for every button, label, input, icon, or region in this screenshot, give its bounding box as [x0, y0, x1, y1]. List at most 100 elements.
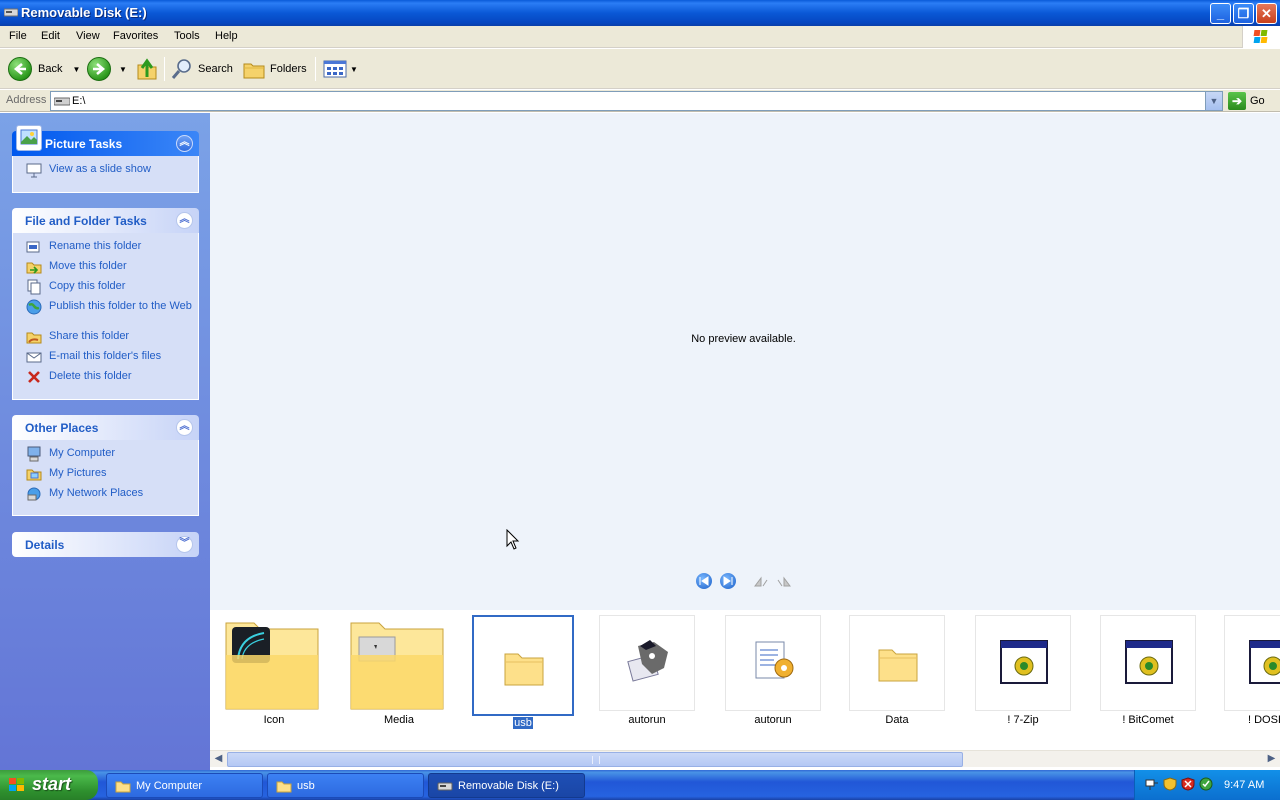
place-my-computer[interactable]: My Computer	[13, 446, 198, 466]
filmstrip-item-autorun-inf[interactable]: autorun	[725, 615, 821, 740]
filmstrip-item-usb[interactable]: usb	[472, 615, 574, 740]
up-button[interactable]	[136, 55, 158, 83]
filmstrip-item-icon[interactable]: Icon	[225, 615, 322, 740]
task-share-folder[interactable]: Share this folder	[13, 329, 198, 349]
start-button[interactable]: start	[0, 770, 98, 800]
place-my-network[interactable]: My Network Places	[13, 486, 198, 506]
file-folder-tasks-body: Rename this folder Move this folder Copy…	[12, 233, 199, 400]
rotate-clockwise-icon[interactable]	[753, 576, 769, 588]
go-button[interactable]: ➔ Go	[1228, 92, 1265, 110]
clock: 9:47 AM	[1224, 779, 1265, 791]
minimize-button[interactable]: _	[1210, 3, 1231, 24]
views-icon	[323, 60, 347, 78]
file-folder-tasks-title: File and Folder Tasks	[25, 214, 147, 228]
thumbnail-frame	[1224, 615, 1280, 711]
mouse-cursor-icon	[506, 529, 520, 550]
menu-view[interactable]: View	[76, 30, 100, 42]
expand-chevron-icon[interactable]: ︾	[176, 536, 193, 553]
setup-info-icon	[755, 641, 794, 679]
delete-x-icon	[28, 371, 40, 383]
menu-bar: File Edit View Favorites Tools Help	[0, 26, 1280, 48]
windows-logo-icon	[1242, 26, 1280, 48]
forward-button[interactable]: ▼	[87, 55, 127, 83]
filmstrip-scrollbar[interactable]: ◀ ▶	[210, 750, 1280, 767]
thumbnail-frame	[1100, 615, 1196, 711]
back-button[interactable]: Back ▼	[8, 55, 80, 83]
taskbar-button-my-computer[interactable]: My Computer	[106, 773, 263, 798]
other-places-header[interactable]: Other Places ︽	[12, 415, 199, 440]
menu-tools[interactable]: Tools	[174, 30, 200, 42]
removable-drive-icon	[54, 97, 70, 106]
details-header[interactable]: Details ︾	[12, 532, 199, 557]
menu-edit[interactable]: Edit	[41, 30, 60, 42]
restore-button[interactable]: ❐	[1233, 3, 1254, 24]
filmstrip-item-data[interactable]: Data	[849, 615, 945, 740]
network-tray-icon[interactable]	[1145, 777, 1159, 791]
thumbnail-frame	[975, 615, 1071, 711]
filmstrip-label: Media	[384, 714, 414, 726]
task-delete-folder[interactable]: Delete this folder	[13, 369, 198, 389]
title-bar[interactable]: Removable Disk (E:) _ ❐ ✕	[0, 0, 1280, 26]
search-button[interactable]: Search	[171, 55, 233, 83]
address-input[interactable]: E:\ ▼	[50, 91, 1223, 111]
security-shield-icon[interactable]	[1163, 777, 1177, 791]
address-dropdown-icon[interactable]: ▼	[1205, 92, 1222, 110]
thumbnail-frame	[599, 615, 695, 711]
task-label: Publish this folder to the Web	[49, 300, 192, 312]
task-label: Delete this folder	[49, 370, 132, 382]
filmstrip-item-dosbox[interactable]: ! DOSB	[1224, 615, 1280, 740]
folder-icon	[878, 649, 918, 682]
collapse-chevron-icon[interactable]: ︽	[176, 212, 193, 229]
views-dropdown-icon[interactable]: ▼	[350, 65, 358, 74]
place-my-pictures[interactable]: My Pictures	[13, 466, 198, 486]
start-label: start	[32, 774, 72, 794]
address-bar: Address E:\ ▼ ➔ Go	[0, 90, 1280, 112]
task-move-folder[interactable]: Move this folder	[13, 259, 198, 279]
scrollbar-thumb[interactable]	[227, 752, 963, 767]
windows-flag-icon	[9, 778, 24, 791]
task-rename-folder[interactable]: Rename this folder	[13, 239, 198, 259]
filmstrip-item-7zip[interactable]: ! 7-Zip	[975, 615, 1071, 740]
menu-file[interactable]: File	[9, 30, 27, 42]
menu-help[interactable]: Help	[215, 30, 238, 42]
collapse-chevron-icon[interactable]: ︽	[176, 135, 193, 152]
picture-tasks-header[interactable]: Picture Tasks ︽	[12, 125, 199, 156]
rotate-counterclockwise-icon[interactable]	[776, 576, 792, 588]
folders-button[interactable]: Folders	[243, 55, 307, 83]
application-icon	[1125, 640, 1173, 684]
volume-tray-icon[interactable]	[1199, 777, 1213, 791]
task-publish-web[interactable]: Publish this folder to the Web	[13, 299, 198, 329]
selected-label: usb	[512, 716, 534, 730]
task-copy-folder[interactable]: Copy this folder	[13, 279, 198, 299]
standard-toolbar: Back ▼ ▼ Search Folders ▼	[0, 49, 1280, 89]
go-label: Go	[1250, 95, 1265, 107]
filmstrip-item-autorun-exe[interactable]: autorun	[599, 615, 695, 740]
previous-image-button[interactable]	[696, 573, 712, 589]
taskbar-button-removable-disk[interactable]: Removable Disk (E:)	[428, 773, 585, 798]
folder-thumbnail-icon	[350, 622, 444, 710]
taskbar-label: Removable Disk (E:)	[458, 780, 559, 792]
task-label: E-mail this folder's files	[49, 350, 162, 362]
views-button[interactable]: ▼	[323, 55, 358, 83]
forward-dropdown-icon[interactable]: ▼	[119, 65, 127, 74]
scroll-right-icon[interactable]: ▶	[1263, 752, 1280, 767]
security-alert-icon[interactable]	[1181, 777, 1195, 791]
task-view-slideshow[interactable]: View as a slide show	[13, 162, 198, 182]
application-icon	[1000, 640, 1048, 684]
task-email-files[interactable]: E-mail this folder's files	[13, 349, 198, 369]
filmstrip-item-media[interactable]: Media	[350, 615, 447, 740]
scroll-left-icon[interactable]: ◀	[210, 752, 227, 767]
collapse-chevron-icon[interactable]: ︽	[176, 419, 193, 436]
go-arrow-icon: ➔	[1228, 92, 1246, 110]
next-image-button[interactable]	[720, 573, 736, 589]
close-button[interactable]: ✕	[1256, 3, 1277, 24]
file-folder-tasks-header[interactable]: File and Folder Tasks ︽	[12, 208, 199, 233]
taskbar-button-usb[interactable]: usb	[267, 773, 424, 798]
filmstrip-label: Data	[885, 714, 909, 726]
my-pictures-icon	[26, 469, 42, 481]
back-dropdown-icon[interactable]: ▼	[72, 65, 80, 74]
taskbar: start My Computer usb Removable Disk (E:…	[0, 770, 1280, 800]
menu-favorites[interactable]: Favorites	[113, 30, 158, 42]
filmstrip-item-bitcomet[interactable]: ! BitComet	[1100, 615, 1196, 740]
details-panel: Details ︾	[12, 532, 199, 557]
